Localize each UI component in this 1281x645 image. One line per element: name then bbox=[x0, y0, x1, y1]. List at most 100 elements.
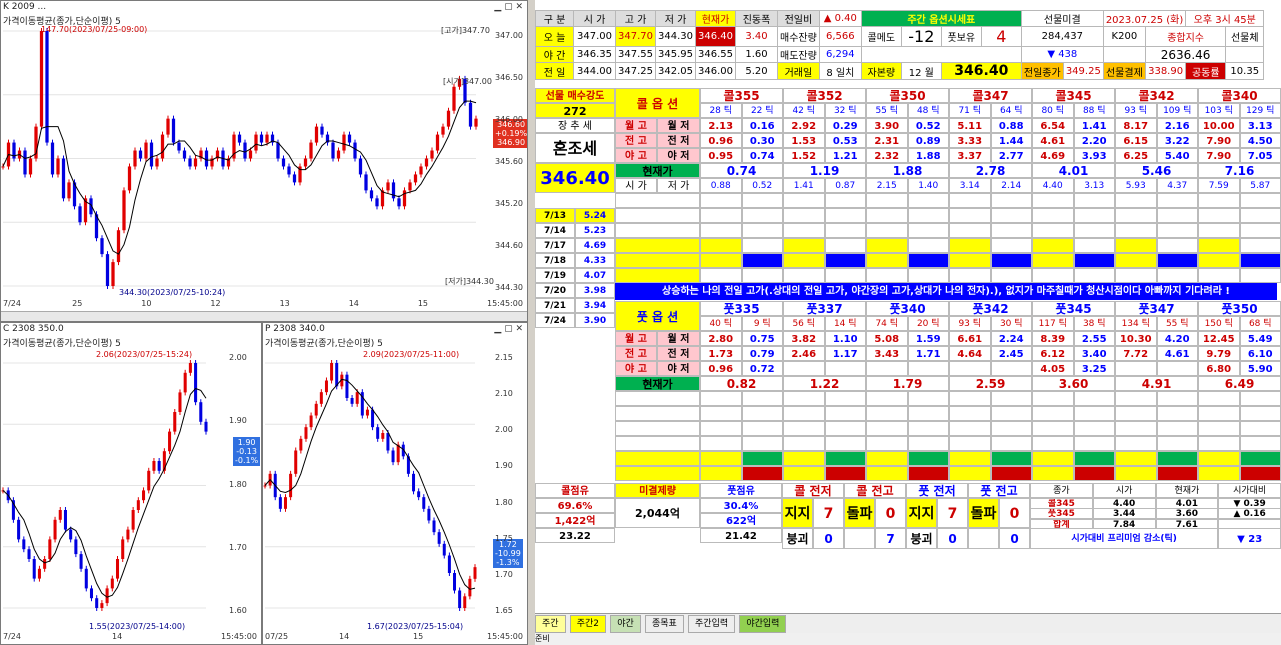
tab-day[interactable]: 주간 bbox=[535, 615, 566, 633]
put-value[interactable]: 9.79 bbox=[1198, 346, 1240, 361]
signal-cell[interactable] bbox=[1073, 406, 1115, 421]
call-value[interactable]: 2.20 bbox=[1073, 133, 1115, 148]
call-value[interactable]: 5.87 bbox=[1239, 178, 1281, 193]
signal-cell[interactable] bbox=[1073, 223, 1115, 238]
mini-header[interactable]: 시가 bbox=[1092, 483, 1156, 498]
signal-cell[interactable] bbox=[1198, 238, 1240, 253]
call-value[interactable]: 1.44 bbox=[990, 133, 1032, 148]
signal-cell[interactable] bbox=[949, 391, 991, 406]
call-value[interactable]: 7.90 bbox=[1198, 148, 1240, 163]
row-label[interactable]: 월 고 bbox=[615, 118, 657, 133]
signal-cell[interactable] bbox=[741, 466, 783, 481]
call-options-label[interactable]: 콜 옵 션 bbox=[615, 88, 700, 118]
summary-value2[interactable]: 7 bbox=[875, 528, 906, 549]
premium-value[interactable]: ▼ 23 bbox=[1218, 528, 1281, 549]
date-value[interactable]: 3.94 bbox=[575, 298, 615, 313]
signal-cell[interactable] bbox=[949, 268, 991, 283]
signal-cell[interactable] bbox=[1115, 253, 1157, 268]
signal-cell[interactable] bbox=[1073, 253, 1115, 268]
signal-cell[interactable] bbox=[1156, 451, 1198, 466]
current-price[interactable]: 346.40 bbox=[535, 163, 615, 193]
signal-cell[interactable] bbox=[824, 421, 866, 436]
signal-cell[interactable] bbox=[824, 253, 866, 268]
signal-cell[interactable] bbox=[907, 208, 949, 223]
signal-cell[interactable] bbox=[866, 193, 908, 208]
signal-cell[interactable] bbox=[1073, 391, 1115, 406]
signal-cell[interactable] bbox=[1073, 421, 1115, 436]
signal-cell[interactable] bbox=[949, 466, 991, 481]
put-value[interactable] bbox=[949, 361, 991, 376]
tab-night-input[interactable]: 야간입력 bbox=[739, 615, 787, 633]
put-value[interactable]: 4.64 bbox=[949, 346, 991, 361]
tick-cell[interactable]: 74 틱 bbox=[866, 316, 908, 331]
premium-label[interactable]: 시가대비 프리미엄 감소(틱) bbox=[1030, 528, 1219, 549]
put-option-chart-window[interactable]: P 2308 340.0 가격이동평균(종가,단순이평) 5 ▁ ▢ ✕ 2.0… bbox=[262, 322, 528, 645]
signal-cell[interactable] bbox=[783, 208, 825, 223]
mini-header[interactable]: 시가대비 bbox=[1218, 483, 1281, 498]
put-value[interactable]: 1.17 bbox=[824, 346, 866, 361]
summary-value2[interactable]: 붕괴 bbox=[906, 528, 937, 549]
date-cell[interactable]: 7/17 bbox=[535, 238, 575, 253]
put-value[interactable]: 6.12 bbox=[1032, 346, 1074, 361]
signal-cell[interactable] bbox=[700, 436, 742, 451]
put-strike-header[interactable]: 풋340 bbox=[866, 301, 949, 316]
date-cell[interactable]: 7/20 bbox=[535, 283, 575, 298]
row-label[interactable]: 야 고 bbox=[615, 148, 657, 163]
summary-label[interactable]: 풋 전저 bbox=[906, 483, 968, 498]
current-label[interactable]: 현재가 bbox=[615, 163, 700, 178]
date-cell[interactable]: 7/24 bbox=[535, 313, 575, 328]
signal-cell[interactable] bbox=[1198, 391, 1240, 406]
trend-label[interactable]: 장 추 세 bbox=[535, 118, 615, 133]
tick-cell[interactable]: 68 틱 bbox=[1239, 316, 1281, 331]
tab-night[interactable]: 야간 bbox=[610, 615, 641, 633]
signal-cell[interactable] bbox=[741, 193, 783, 208]
signal-cell[interactable] bbox=[700, 421, 742, 436]
put-value[interactable]: 12.45 bbox=[1198, 331, 1240, 346]
tick-cell[interactable]: 129 틱 bbox=[1239, 103, 1281, 118]
put-strike-header[interactable]: 풋335 bbox=[700, 301, 783, 316]
call-strike-header[interactable]: 콜350 bbox=[866, 88, 949, 103]
buy-strength-label[interactable]: 선물 매수강도 bbox=[535, 88, 615, 103]
put-strike-header[interactable]: 풋347 bbox=[1115, 301, 1198, 316]
put-window-controls-icon[interactable]: ▁ ▢ ✕ bbox=[494, 324, 523, 334]
date-value[interactable]: 4.33 bbox=[575, 253, 615, 268]
date-cell[interactable]: 7/14 bbox=[535, 223, 575, 238]
cell[interactable]: 344.00 bbox=[573, 62, 616, 80]
signal-cell[interactable] bbox=[866, 451, 908, 466]
call-value[interactable]: 2.16 bbox=[1156, 118, 1198, 133]
signal-cell[interactable] bbox=[1198, 451, 1240, 466]
cell[interactable]: 12 월 bbox=[900, 62, 942, 80]
signal-cell[interactable] bbox=[1032, 466, 1074, 481]
call-value[interactable]: 6.54 bbox=[1032, 118, 1074, 133]
put-value[interactable]: 1.10 bbox=[824, 331, 866, 346]
put-value[interactable]: 10.30 bbox=[1115, 331, 1157, 346]
call-current-price[interactable]: 1.88 bbox=[866, 163, 949, 178]
put-value[interactable]: 0.75 bbox=[741, 331, 783, 346]
signal-cell[interactable] bbox=[741, 421, 783, 436]
signal-cell[interactable] bbox=[1115, 436, 1157, 451]
tick-cell[interactable]: 20 틱 bbox=[907, 316, 949, 331]
put-value[interactable]: 0.79 bbox=[741, 346, 783, 361]
call-value[interactable]: 0.30 bbox=[741, 133, 783, 148]
signal-cell[interactable] bbox=[1239, 268, 1281, 283]
signal-label[interactable] bbox=[615, 208, 700, 223]
tick-cell[interactable]: 93 틱 bbox=[1115, 103, 1157, 118]
signal-cell[interactable] bbox=[866, 466, 908, 481]
put-current-price[interactable]: 0.82 bbox=[700, 376, 783, 391]
put-share-extra[interactable]: 21.42 bbox=[700, 528, 782, 543]
put-value[interactable]: 0.96 bbox=[700, 361, 742, 376]
current-label[interactable]: 현재가 bbox=[615, 376, 700, 391]
signal-cell[interactable] bbox=[907, 268, 949, 283]
signal-cell[interactable] bbox=[907, 466, 949, 481]
signal-cell[interactable] bbox=[1156, 253, 1198, 268]
mini-header[interactable]: 현재가 bbox=[1155, 483, 1219, 498]
call-value[interactable]: 1.41 bbox=[1073, 118, 1115, 133]
call-value[interactable]: 5.40 bbox=[1156, 148, 1198, 163]
signal-cell[interactable] bbox=[741, 391, 783, 406]
put-current-price[interactable]: 2.59 bbox=[949, 376, 1032, 391]
cell[interactable]: 전 일 bbox=[535, 62, 574, 80]
call-value[interactable]: 10.00 bbox=[1198, 118, 1240, 133]
call-value[interactable]: 2.14 bbox=[990, 178, 1032, 193]
summary-value[interactable]: 지지 bbox=[782, 498, 813, 528]
signal-cell[interactable] bbox=[866, 208, 908, 223]
